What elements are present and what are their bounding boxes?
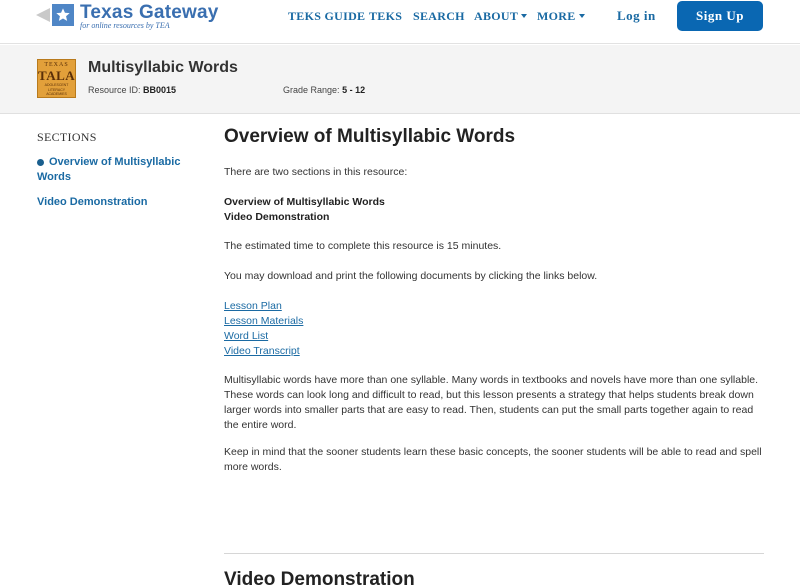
grade-range: Grade Range: 5 - 12 (283, 85, 365, 95)
tala-logo-line2: TALA (38, 68, 76, 83)
nav-teks[interactable]: TEKS (369, 9, 402, 24)
logo-subtitle: for online resources by TEA (80, 21, 170, 30)
body-paragraph-1: Multisyllabic words have more than one s… (224, 374, 759, 431)
lesson-plan-link[interactable]: Lesson Plan (224, 299, 764, 314)
word-list-link[interactable]: Word List (224, 329, 764, 344)
intro-text: There are two sections in this resource: (224, 166, 408, 178)
chevron-down-icon (521, 14, 528, 18)
section-divider (224, 553, 764, 554)
active-bullet-icon (37, 159, 44, 166)
video-transcript-link[interactable]: Video Transcript (224, 344, 764, 359)
nav-search[interactable]: SEARCH (413, 9, 465, 24)
section-title: Overview of Multisyllabic Words (224, 126, 516, 147)
tala-logo: TEXAS TALA ADOLESCENT LITERACY ACADEMIES (37, 59, 76, 98)
sections-heading: SECTIONS (37, 130, 97, 144)
resource-id-label: Resource ID: (88, 85, 141, 95)
section-list-item: Overview of Multisyllabic Words (224, 196, 385, 208)
time-note: The estimated time to complete this reso… (224, 240, 502, 252)
nav-more[interactable]: MORE (537, 9, 585, 24)
sidebar-item-label: Video Demonstration (37, 196, 148, 208)
resource-id-value: BB0015 (143, 85, 177, 95)
download-note: You may download and print the following… (224, 270, 598, 282)
resource-title: Multisyllabic Words (88, 59, 238, 76)
body-paragraph-2: Keep in mind that the sooner students le… (224, 446, 762, 473)
grade-range-value: 5 - 12 (342, 85, 366, 95)
chevron-down-icon (578, 14, 585, 18)
resource-id: Resource ID: BB0015 (88, 85, 176, 95)
section-list-item: Video Demonstration (224, 211, 330, 223)
resource-banner: TEXAS TALA ADOLESCENT LITERACY ACADEMIES… (0, 45, 800, 114)
section-list: Overview of Multisyllabic Words Video De… (224, 195, 764, 225)
nav-more-label: MORE (537, 9, 576, 23)
nav-about-label: ABOUT (474, 9, 519, 23)
document-links: Lesson Plan Lesson Materials Word List V… (224, 299, 764, 359)
star-icon (52, 4, 74, 26)
lesson-materials-link[interactable]: Lesson Materials (224, 314, 764, 329)
sidebar-item-label: Overview of Multisyllabic Words (37, 156, 181, 183)
texas-gateway-logo[interactable]: Texas Gateway for online resources by TE… (36, 0, 226, 32)
top-navigation: Texas Gateway for online resources by TE… (0, 0, 800, 44)
nav-teks-guide[interactable]: TEKS GUIDE (288, 9, 365, 24)
sidebar-item-overview[interactable]: Overview of Multisyllabic Words (37, 155, 207, 185)
sections-sidebar: SECTIONS Overview of Multisyllabic Words… (37, 130, 207, 210)
logo-arrow-shape (36, 8, 50, 22)
nav-about[interactable]: ABOUT (474, 9, 528, 24)
sidebar-item-video[interactable]: Video Demonstration (37, 195, 207, 210)
tala-logo-line3c: ACADEMIES (46, 92, 67, 96)
tala-logo-line3: ADOLESCENT LITERACY ACADEMIES (38, 83, 75, 97)
login-link[interactable]: Log in (617, 8, 656, 24)
grade-range-label: Grade Range: (283, 85, 340, 95)
next-section-title: Video Demonstration (224, 569, 415, 588)
main-content: Overview of Multisyllabic Words There ar… (224, 126, 764, 475)
signup-button[interactable]: Sign Up (677, 1, 763, 31)
